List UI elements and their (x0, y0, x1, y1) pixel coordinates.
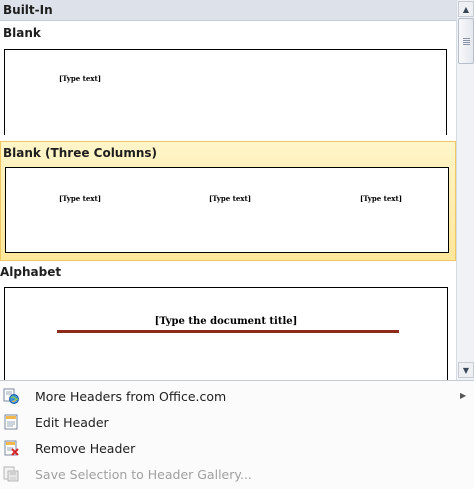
gallery-item-label-blank: Blank (3, 26, 41, 40)
grip-line (463, 42, 470, 43)
triangle-down-icon: ▼ (462, 365, 470, 375)
menu-item-save-selection[interactable]: Save Selection to Header Gallery... (0, 461, 474, 487)
gallery-thumbnail-three-columns: [Type text] [Type text] [Type text] (5, 167, 449, 253)
grip-line (463, 44, 470, 45)
placeholder-text-left: [Type text] (59, 194, 102, 203)
save-gallery-icon (3, 466, 19, 482)
section-header-built-in: Built-In (0, 0, 456, 21)
remove-header-icon (4, 440, 19, 456)
office-globe-icon (3, 388, 19, 404)
placeholder-text: [Type text] (59, 74, 102, 83)
menu-item-label: Edit Header (35, 414, 109, 430)
submenu-arrow-icon: ▶ (460, 391, 467, 400)
scroll-down-button[interactable]: ▼ (458, 362, 474, 378)
gallery-scrollbar[interactable]: ▲ ▼ (456, 0, 474, 380)
header-menu: More Headers from Office.com ▶ Edit Head… (0, 381, 474, 489)
placeholder-text-center: [Type text] (209, 194, 252, 203)
gallery-item-blank-three-columns[interactable]: Blank (Three Columns) [Type text] [Type … (0, 141, 456, 261)
menu-item-label: Remove Header (35, 440, 136, 456)
scroll-thumb[interactable] (458, 18, 474, 64)
grip-line (463, 40, 470, 41)
gallery-item-blank[interactable]: [Type text] (4, 49, 447, 135)
header-gallery: Built-In Blank [Type text] Blank (Three … (0, 0, 456, 380)
edit-header-icon (4, 414, 18, 430)
triangle-up-icon: ▲ (462, 4, 470, 14)
title-rule (57, 330, 399, 333)
menu-item-more-headers[interactable]: More Headers from Office.com ▶ (0, 383, 474, 409)
gallery-item-alphabet[interactable]: [Type the document title] (4, 287, 448, 380)
placeholder-text-right: [Type text] (360, 194, 403, 203)
grip-line (463, 38, 470, 39)
menu-item-label: More Headers from Office.com (35, 388, 227, 404)
scroll-up-button[interactable]: ▲ (458, 1, 474, 17)
placeholder-document-title: [Type the document title] (154, 316, 298, 327)
menu-item-edit-header[interactable]: Edit Header (0, 409, 474, 435)
gallery-item-label-blank-three-columns: Blank (Three Columns) (3, 146, 158, 160)
menu-item-remove-header[interactable]: Remove Header (0, 435, 474, 461)
menu-item-label: Save Selection to Header Gallery... (35, 466, 252, 482)
gallery-item-label-alphabet: Alphabet (0, 265, 62, 279)
